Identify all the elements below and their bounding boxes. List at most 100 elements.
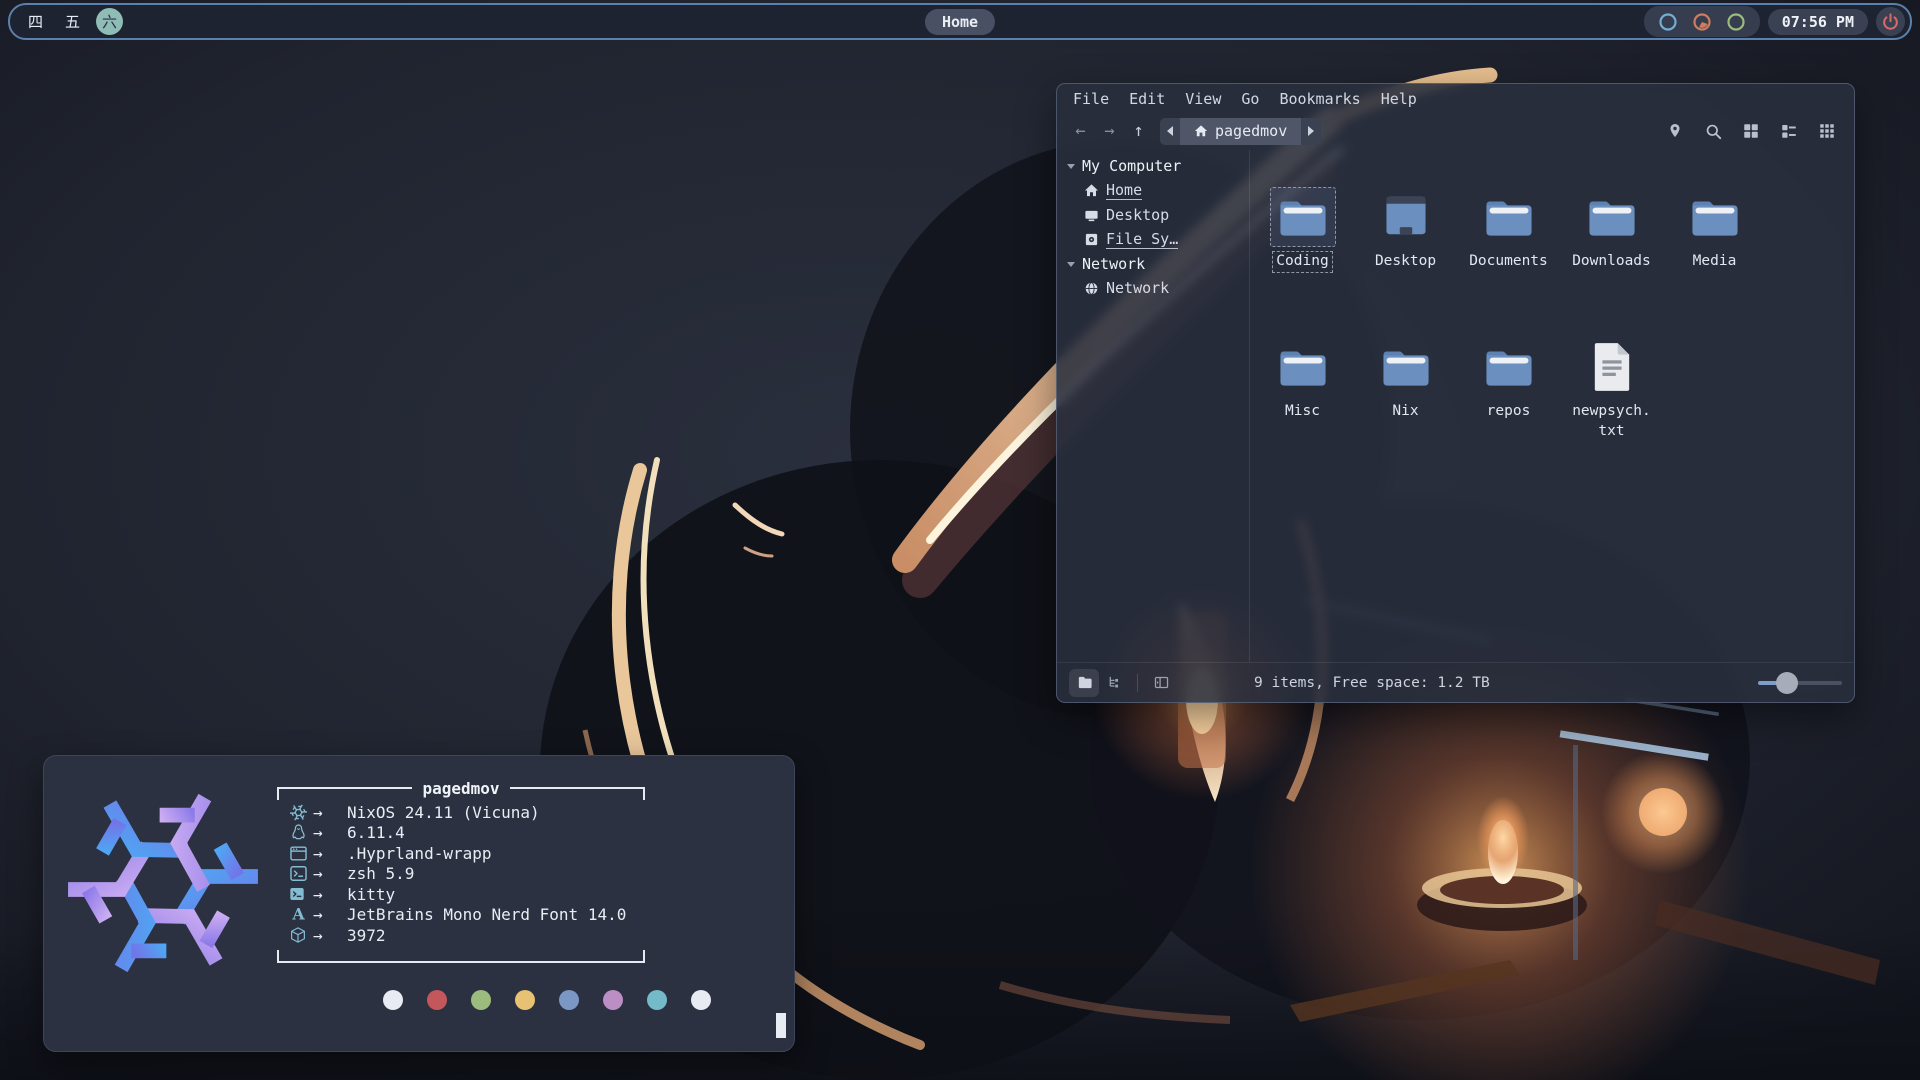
menu-go[interactable]: Go bbox=[1231, 89, 1269, 109]
back-button[interactable]: ← bbox=[1067, 118, 1094, 144]
linux-icon bbox=[289, 823, 313, 843]
sidebar-item-desktop[interactable]: Desktop bbox=[1057, 203, 1249, 227]
file-item-documents[interactable]: Documents bbox=[1457, 187, 1560, 337]
workspace-indicators: 四五六 bbox=[22, 8, 123, 35]
info-box-bottom-border bbox=[277, 954, 645, 970]
status-indicators bbox=[1644, 6, 1760, 37]
fastfetch-value: JetBrains Mono Nerd Font 14.0 bbox=[347, 905, 626, 924]
workspace-button-1[interactable]: 四 bbox=[22, 8, 49, 35]
file-item-coding[interactable]: Coding bbox=[1251, 187, 1354, 337]
folder-icon bbox=[1373, 187, 1439, 247]
location-pin-icon[interactable] bbox=[1664, 120, 1686, 142]
folder-icon bbox=[1373, 337, 1439, 397]
file-item-nix[interactable]: Nix bbox=[1354, 337, 1457, 487]
folder-icon bbox=[1270, 337, 1336, 397]
arrow-glyph: → bbox=[313, 823, 347, 842]
file-item-desktop[interactable]: Desktop bbox=[1354, 187, 1457, 337]
fastfetch-row: → NixOS 24.11 (Vicuna) bbox=[289, 802, 645, 823]
file-item-newpsych-txt[interactable]: newpsych.txt bbox=[1560, 337, 1663, 487]
palette-dot-0 bbox=[383, 990, 403, 1010]
file-label: repos bbox=[1483, 401, 1535, 423]
workspace-button-3[interactable]: 六 bbox=[96, 8, 123, 35]
expander-icon bbox=[1067, 262, 1075, 267]
fastfetch-value: 3972 bbox=[347, 926, 386, 945]
palette-dot-2 bbox=[471, 990, 491, 1010]
file-item-media[interactable]: Media bbox=[1663, 187, 1766, 337]
icon-view-icon[interactable] bbox=[1740, 120, 1762, 142]
file-manager-statusbar: 9 items, Free space: 1.2 TB bbox=[1057, 662, 1854, 702]
path-scroll-left-icon[interactable] bbox=[1160, 118, 1180, 145]
toggle-sidebar-button[interactable] bbox=[1146, 669, 1176, 697]
sidebar-section-0[interactable]: My Computer bbox=[1057, 154, 1249, 178]
folder-icon bbox=[1579, 187, 1645, 247]
file-item-misc[interactable]: Misc bbox=[1251, 337, 1354, 487]
file-label: Coding bbox=[1272, 251, 1332, 273]
menu-help[interactable]: Help bbox=[1371, 89, 1427, 109]
tree-pane-button[interactable] bbox=[1099, 669, 1129, 697]
file-manager-toolbar: ← → ↑ pagedmov bbox=[1057, 112, 1854, 150]
fastfetch-value: kitty bbox=[347, 885, 395, 904]
sidebar-section-1[interactable]: Network bbox=[1057, 252, 1249, 276]
sidebar-item-home[interactable]: Home bbox=[1057, 178, 1249, 203]
svg-text:A: A bbox=[291, 905, 305, 924]
clock: 07:56 PM bbox=[1768, 9, 1868, 35]
shell-icon bbox=[289, 864, 313, 884]
status-ring-orange-icon[interactable] bbox=[1691, 11, 1713, 33]
folder-icon bbox=[1476, 337, 1542, 397]
statusbar-separator bbox=[1137, 674, 1138, 692]
up-button[interactable]: ↑ bbox=[1125, 118, 1152, 144]
folder-icon bbox=[1270, 187, 1336, 247]
arrow-glyph: → bbox=[313, 905, 347, 924]
fastfetch-info-box: pagedmov → NixOS 24.11 (Vicun bbox=[277, 780, 645, 970]
zoom-slider-handle[interactable] bbox=[1776, 672, 1798, 694]
fastfetch-username: pagedmov bbox=[422, 779, 499, 798]
nix-icon bbox=[289, 802, 313, 822]
file-manager-menubar: FileEditViewGoBookmarksHelp bbox=[1057, 84, 1854, 112]
forward-button[interactable]: → bbox=[1096, 118, 1123, 144]
sidebar-item-network[interactable]: Network bbox=[1057, 276, 1249, 300]
menu-bookmarks[interactable]: Bookmarks bbox=[1269, 89, 1370, 109]
palette-dot-5 bbox=[603, 990, 623, 1010]
fastfetch-value: NixOS 24.11 (Vicuna) bbox=[347, 803, 540, 822]
fastfetch-value: 6.11.4 bbox=[347, 823, 405, 842]
arrow-glyph: → bbox=[313, 844, 347, 863]
menu-view[interactable]: View bbox=[1175, 89, 1231, 109]
fastfetch-value: .Hyprland-wrapp bbox=[347, 844, 492, 863]
search-icon[interactable] bbox=[1702, 120, 1724, 142]
window-icon bbox=[289, 843, 313, 863]
file-label: Desktop bbox=[1371, 251, 1440, 273]
home-icon bbox=[1194, 124, 1208, 138]
file-manager-sidebar: My Computer Home Desktop File Sy… Networ… bbox=[1057, 150, 1250, 662]
list-view-icon[interactable] bbox=[1778, 120, 1800, 142]
power-icon bbox=[1881, 12, 1900, 31]
palette-dot-1 bbox=[427, 990, 447, 1010]
arrow-glyph: → bbox=[313, 803, 347, 822]
file-manager-window: FileEditViewGoBookmarksHelp ← → ↑ pagedm… bbox=[1056, 83, 1855, 703]
fastfetch-row: → 3972 bbox=[289, 925, 645, 946]
font-icon: A bbox=[289, 905, 313, 925]
menu-file[interactable]: File bbox=[1063, 89, 1119, 109]
menu-edit[interactable]: Edit bbox=[1119, 89, 1175, 109]
status-summary: 9 items, Free space: 1.2 TB bbox=[1254, 675, 1490, 691]
terminal-color-palette bbox=[383, 990, 711, 1010]
home-icon bbox=[1083, 183, 1099, 199]
palette-dot-4 bbox=[559, 990, 579, 1010]
zoom-slider[interactable] bbox=[1758, 681, 1842, 685]
compact-view-icon[interactable] bbox=[1816, 120, 1838, 142]
file-item-repos[interactable]: repos bbox=[1457, 337, 1560, 487]
file-item-downloads[interactable]: Downloads bbox=[1560, 187, 1663, 337]
fastfetch-row: → .Hyprland-wrapp bbox=[289, 843, 645, 864]
fastfetch-row: → zsh 5.9 bbox=[289, 864, 645, 885]
arrow-glyph: → bbox=[313, 926, 347, 945]
path-segment-button[interactable]: pagedmov bbox=[1180, 118, 1301, 145]
terminal-window[interactable]: pagedmov → NixOS 24.11 (Vicun bbox=[43, 755, 795, 1052]
path-scroll-right-icon[interactable] bbox=[1301, 118, 1321, 145]
status-ring-green-icon[interactable] bbox=[1725, 11, 1747, 33]
desktop-icon bbox=[1083, 207, 1099, 223]
workspace-button-2[interactable]: 五 bbox=[59, 8, 86, 35]
sidebar-item-filesy[interactable]: File Sy… bbox=[1057, 227, 1249, 252]
fastfetch-row: → kitty bbox=[289, 884, 645, 905]
places-pane-button[interactable] bbox=[1069, 669, 1099, 697]
power-button[interactable] bbox=[1876, 7, 1905, 36]
status-ring-blue-icon[interactable] bbox=[1657, 11, 1679, 33]
